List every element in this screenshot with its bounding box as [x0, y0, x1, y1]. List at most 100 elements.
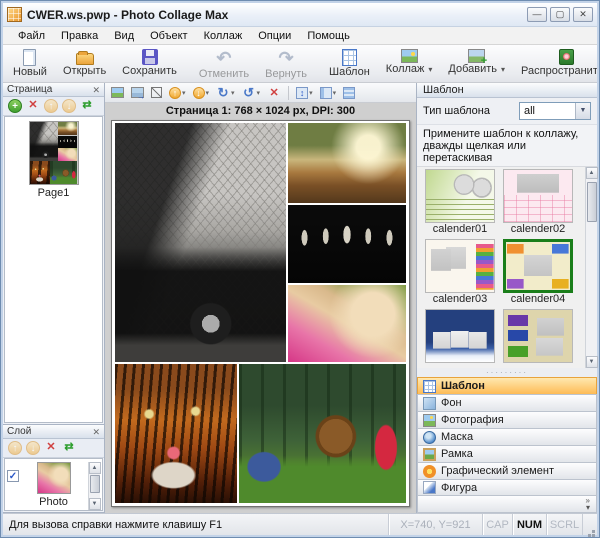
refresh-icon[interactable] [62, 441, 76, 455]
layers-scrollbar[interactable]: ▲ ▼ [88, 462, 100, 510]
rotate-ccw-button[interactable]: ▾ [239, 84, 264, 101]
tab-shape[interactable]: Фигура [417, 479, 597, 496]
fit-size-button[interactable]: ▾ [293, 84, 316, 101]
caps-lock-indicator: CAP [483, 514, 513, 535]
menu-item-6[interactable]: Опции [251, 29, 298, 43]
close-icon[interactable]: ✕ [92, 85, 100, 95]
photo-tiger[interactable] [115, 364, 237, 503]
minimize-button[interactable]: — [527, 7, 547, 22]
scroll-up-icon[interactable]: ▲ [89, 462, 101, 474]
rotate-cw-button[interactable]: ▾ [213, 84, 238, 101]
template-item-6[interactable] [499, 309, 577, 368]
canvas-area: Страница 1: 768 × 1024 px, DPI: 300 [105, 103, 416, 513]
tab-mask[interactable]: Маска [417, 428, 597, 445]
page-item[interactable]: Page1 [5, 117, 102, 199]
toolbar-new-document-button[interactable]: Новый [5, 46, 55, 81]
template-scrollbar[interactable]: ▲ ▼ [585, 167, 597, 368]
swap-photo-button[interactable] [108, 84, 127, 101]
shape-icon [423, 481, 436, 494]
close-button[interactable]: ✕ [573, 7, 593, 22]
layer-thumbnail[interactable] [37, 462, 71, 494]
page-thumbnail[interactable] [29, 121, 79, 185]
toolbar-share-button[interactable]: Распространить▾ [513, 46, 597, 81]
photo-car[interactable] [115, 123, 286, 362]
toolbar-add-photo-button[interactable]: Добавить▾ [440, 46, 513, 81]
tab-background[interactable]: Фон [417, 394, 597, 411]
layer-up-button[interactable]: ↑▾ [166, 84, 189, 101]
photo-woman-log [58, 122, 77, 135]
title-bar: CWER.ws.pwp - Photo Collage Max — ▢ ✕ [3, 3, 597, 27]
chevron-down-icon[interactable]: ▾ [333, 89, 337, 97]
layer-down-button[interactable]: ↓▾ [190, 84, 213, 101]
photo-bear-cartoon[interactable] [239, 364, 406, 503]
scroll-thumb[interactable] [587, 182, 597, 222]
fit-size-icon [296, 87, 308, 99]
toolbar-button-label: Открыть [63, 65, 106, 77]
scroll-thumb[interactable] [90, 475, 100, 493]
photo-blonde-woman[interactable] [288, 285, 406, 362]
chevron-down-icon[interactable]: ▾ [231, 89, 235, 97]
swap-photo-icon [111, 87, 124, 98]
toolbar-collage-button[interactable]: Коллаж▾ [378, 46, 441, 81]
chevron-down-icon[interactable]: ▾ [257, 89, 261, 97]
tab-template[interactable]: Шаблон [417, 377, 597, 394]
distribute-button[interactable] [340, 84, 358, 101]
template-item-5[interactable] [421, 309, 499, 368]
menu-item-3[interactable]: Вид [107, 29, 141, 43]
clipart-icon [423, 465, 436, 478]
template-type-select[interactable]: all ▼ [519, 102, 591, 120]
tabs-overflow-button[interactable]: » ▾ [417, 496, 597, 513]
chevron-down-icon[interactable]: ▾ [206, 89, 210, 97]
refresh-icon[interactable] [80, 99, 94, 113]
add-page-icon[interactable] [8, 99, 22, 113]
tab-frame[interactable]: Рамка [417, 445, 597, 462]
template-grid-icon [423, 380, 436, 393]
menu-item-7[interactable]: Помощь [300, 29, 357, 43]
maximize-button[interactable]: ▢ [550, 7, 570, 22]
delete-page-icon[interactable] [26, 99, 40, 113]
scroll-down-icon[interactable]: ▼ [586, 356, 598, 368]
delete-button[interactable] [264, 84, 284, 101]
align-button[interactable]: ▾ [317, 84, 340, 101]
menu-item-2[interactable]: Правка [54, 29, 105, 43]
delete-layer-icon[interactable] [44, 441, 58, 455]
chevron-down-icon[interactable]: ▾ [428, 65, 432, 74]
menu-item-5[interactable]: Коллаж [197, 29, 250, 43]
export-photo-button[interactable] [128, 84, 147, 101]
page-caption: Страница 1: 768 × 1024 px, DPI: 300 [105, 103, 416, 119]
menu-item-4[interactable]: Объект [143, 29, 194, 43]
resize-grip[interactable] [583, 514, 597, 535]
toolbar-save-button[interactable]: Сохранить [114, 46, 185, 81]
collage-page[interactable] [111, 120, 410, 507]
layer-item[interactable]: ✓ Photo ▲ ▼ [5, 459, 102, 510]
close-icon[interactable]: ✕ [92, 427, 100, 437]
photo-masked-figures[interactable] [288, 205, 406, 282]
template-item-4[interactable]: calender04 [499, 239, 577, 306]
photo-woman-log[interactable] [288, 123, 406, 203]
toolbar-button-label: Новый [13, 66, 47, 78]
scroll-lock-indicator: SCRL [547, 514, 583, 535]
pages-panel: Страница ✕ Page1 [3, 83, 104, 425]
scroll-down-icon[interactable]: ▼ [89, 498, 101, 510]
toolbar-template-button[interactable]: Шаблон [321, 46, 378, 81]
chevron-down-icon[interactable]: ▾ [501, 65, 505, 74]
menu-item-1[interactable]: Файл [11, 29, 52, 43]
toolbar-button-label: Добавить▾ [448, 63, 505, 75]
crop-button[interactable] [148, 84, 165, 101]
tab-clipart[interactable]: Графический элемент [417, 462, 597, 479]
scroll-up-icon[interactable]: ▲ [586, 167, 598, 179]
panel-splitter[interactable]: ········· [417, 368, 597, 377]
save-icon [142, 49, 158, 65]
template-item-3[interactable]: calender03 [421, 239, 499, 306]
chevron-down-icon[interactable]: ▾ [309, 89, 313, 97]
template-item-1[interactable]: calender01 [421, 169, 499, 236]
template-item-2[interactable]: calender02 [499, 169, 577, 236]
toolbar-open-folder-button[interactable]: Открыть [55, 46, 114, 81]
tab-photo[interactable]: Фотография [417, 411, 597, 428]
chevron-down-icon[interactable]: ▼ [575, 103, 590, 119]
template-thumbnail [425, 239, 495, 293]
layer-visibility-checkbox[interactable]: ✓ [7, 470, 19, 482]
chevron-down-icon[interactable]: ▾ [182, 89, 186, 97]
add-photo-icon [468, 49, 485, 63]
app-window: CWER.ws.pwp - Photo Collage Max — ▢ ✕ Фа… [0, 0, 600, 538]
